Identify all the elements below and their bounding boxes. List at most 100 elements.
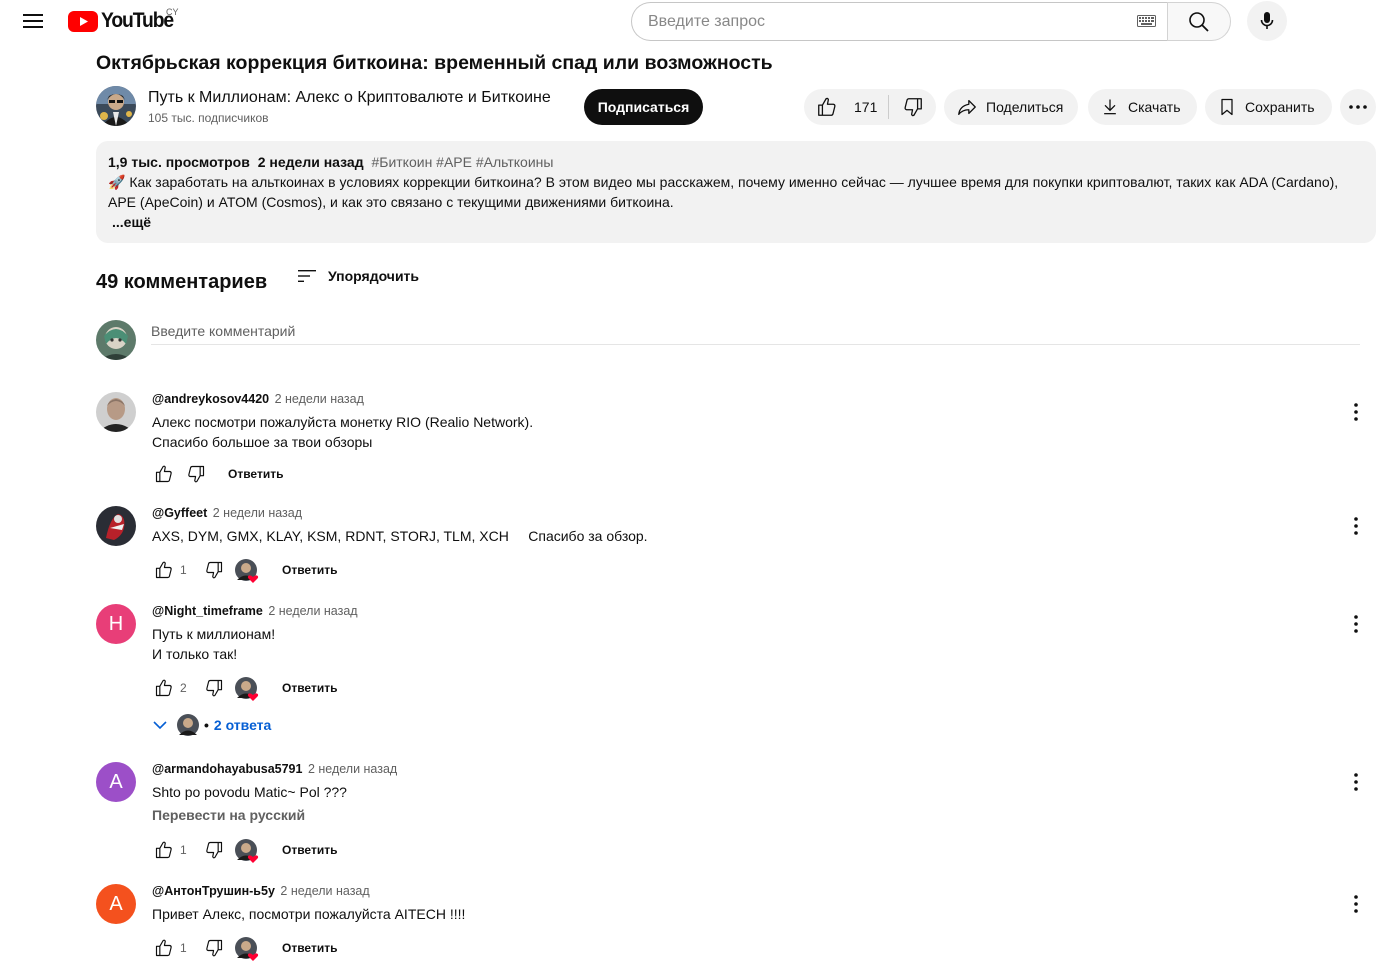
creator-avatar-icon [177, 714, 199, 736]
like-dislike-group: 171 [804, 89, 936, 125]
commenter-avatar[interactable] [96, 392, 136, 432]
save-button[interactable]: Сохранить [1205, 89, 1332, 125]
comment-like-count: 1 [180, 843, 187, 857]
comment-author[interactable]: @andreykosov4420 [152, 392, 269, 406]
more-actions-button[interactable] [1340, 89, 1376, 125]
comment-actions: 1 Ответить [152, 838, 337, 863]
comment-item: @andreykosov4420 2 недели назад Алекс по… [96, 392, 1376, 492]
commenter-avatar[interactable]: A [96, 762, 136, 802]
like-button[interactable]: 171 [804, 89, 888, 125]
hashtags[interactable]: #Биткоин #APE #Альткоины [371, 154, 553, 170]
sort-label: Упорядочить [328, 268, 420, 284]
comment-dislike-button[interactable] [184, 462, 208, 486]
comment-author[interactable]: @Night_timeframe [152, 604, 263, 618]
creator-heart-badge [234, 676, 259, 701]
show-replies-button[interactable]: • 2 ответа [152, 713, 271, 737]
comment-author[interactable]: @АнтонТрушин-ь5у [152, 884, 275, 898]
share-button[interactable]: Поделиться [944, 89, 1078, 125]
comment-like-button[interactable] [152, 838, 176, 862]
share-icon [958, 99, 976, 115]
comment-like-button[interactable] [152, 558, 176, 582]
commenter-avatar[interactable] [96, 506, 136, 546]
download-icon [1104, 99, 1116, 115]
comment-menu-button[interactable] [1344, 892, 1368, 916]
sort-icon [298, 270, 316, 282]
thumbs-up-icon [155, 841, 172, 859]
comment-time[interactable]: 2 недели назад [308, 762, 397, 776]
subscriber-count: 105 тыс. подписчиков [148, 111, 269, 125]
search-box [631, 2, 1168, 41]
comment-menu-button[interactable] [1344, 770, 1368, 794]
more-vertical-icon [1354, 615, 1358, 633]
comment-menu-button[interactable] [1344, 612, 1368, 636]
more-vertical-icon [1354, 403, 1358, 421]
description-line-2: APE (ApeCoin) и ATOM (Cosmos), и как это… [108, 194, 674, 210]
download-button[interactable]: Скачать [1088, 89, 1197, 125]
comments-count: 49 комментариев [96, 271, 268, 293]
replies-count: 2 ответа [213, 717, 272, 733]
reply-button[interactable]: Ответить [282, 843, 337, 857]
reply-button[interactable]: Ответить [282, 941, 337, 955]
thumbs-down-icon [206, 679, 223, 697]
comment-text: Алекс посмотри пожалуйста монетку RIO (R… [152, 414, 534, 450]
comment-text: Shto po povodu Matic~ Pol ??? [152, 784, 347, 800]
comment-menu-button[interactable] [1344, 514, 1368, 538]
comment-header: @Night_timeframe 2 недели назад [152, 604, 358, 618]
more-vertical-icon [1354, 773, 1358, 791]
translate-button[interactable]: Перевести на русский [152, 807, 305, 823]
like-count: 171 [854, 99, 878, 115]
comment-dislike-button[interactable] [202, 558, 226, 582]
comment-dislike-button[interactable] [202, 838, 226, 862]
channel-name[interactable]: Путь к Миллионам: Алекс о Криптовалюте и… [148, 89, 551, 107]
search-button[interactable] [1167, 2, 1231, 41]
comment-item: @Gyffeet 2 недели назад AXS, DYM, GMX, K… [96, 506, 1376, 596]
comment-menu-button[interactable] [1344, 400, 1368, 424]
thumbs-down-icon [188, 465, 205, 483]
hamburger-menu-button[interactable] [14, 4, 52, 38]
search-input[interactable] [648, 12, 1118, 31]
creator-heart-badge [234, 838, 259, 863]
comment-actions: 1 Ответить [152, 558, 337, 583]
upload-date: 2 недели назад [257, 154, 364, 170]
comment-time[interactable]: 2 недели назад [268, 604, 357, 618]
search-icon [1189, 11, 1209, 32]
comment-item: A @АнтонТрушин-ь5у 2 недели назад Привет… [96, 884, 1376, 972]
view-count: 1,9 тыс. просмотров [108, 154, 250, 170]
comment-like-count: 1 [180, 563, 187, 577]
thumbs-down-icon [206, 561, 223, 579]
comment-time[interactable]: 2 недели назад [213, 506, 302, 520]
youtube-logo[interactable]: YouTube [68, 8, 179, 34]
comment-author[interactable]: @Gyffeet [152, 506, 207, 520]
show-more-button[interactable]: ...ещё [112, 212, 1364, 232]
reply-button[interactable]: Ответить [282, 681, 337, 695]
comment-dislike-button[interactable] [202, 936, 226, 960]
voice-search-button[interactable] [1247, 1, 1287, 41]
creator-heart-icon [235, 937, 259, 961]
thumbs-up-icon [155, 939, 172, 957]
creator-heart-icon [235, 839, 259, 863]
comment-time[interactable]: 2 недели назад [280, 884, 369, 898]
comment-header: @andreykosov4420 2 недели назад [152, 392, 364, 406]
reply-button[interactable]: Ответить [228, 467, 283, 481]
comment-like-button[interactable] [152, 462, 176, 486]
comment-like-button[interactable] [152, 936, 176, 960]
commenter-avatar[interactable]: H [96, 604, 136, 644]
share-label: Поделиться [986, 99, 1064, 115]
add-comment-input[interactable] [151, 318, 1360, 345]
reply-button[interactable]: Ответить [282, 563, 337, 577]
comment-time[interactable]: 2 недели назад [275, 392, 364, 406]
thumbs-down-icon [206, 939, 223, 957]
channel-avatar[interactable] [96, 86, 136, 126]
commenter-avatar[interactable]: A [96, 884, 136, 924]
sort-comments-button[interactable]: Упорядочить [296, 268, 419, 284]
video-description[interactable]: 1,9 тыс. просмотров 2 недели назад #Битк… [96, 141, 1376, 243]
comment-like-button[interactable] [152, 676, 176, 700]
keyboard-icon[interactable] [1137, 15, 1156, 27]
dislike-button[interactable] [889, 89, 936, 125]
microphone-icon [1260, 12, 1274, 29]
video-title: Октябрьская коррекция биткоина: временны… [96, 52, 773, 74]
subscribe-button[interactable]: Подписаться [584, 89, 703, 125]
comment-dislike-button[interactable] [202, 676, 226, 700]
comment-actions: Ответить [152, 462, 283, 486]
comment-author[interactable]: @armandohayabusa5791 [152, 762, 302, 776]
